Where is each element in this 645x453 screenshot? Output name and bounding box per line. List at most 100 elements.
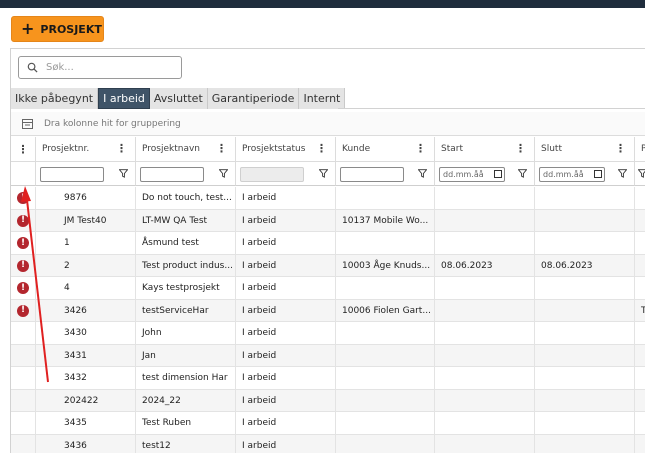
column-menu-icon[interactable]: ⋮	[415, 143, 426, 154]
column-menu-icon[interactable]: ⋮	[116, 143, 127, 154]
tabs-divider	[338, 108, 645, 109]
row-status-cell	[11, 389, 36, 412]
cell-start	[435, 412, 535, 435]
cell-start	[435, 232, 535, 255]
column-menu-icon[interactable]: ⋮	[515, 143, 526, 154]
cell-extra: T	[641, 305, 645, 316]
cell-customer	[336, 277, 435, 300]
column-header-start[interactable]: Start ⋮	[435, 137, 535, 162]
column-header-prosjektnr[interactable]: Prosjektnr. ⋮	[36, 137, 136, 162]
column-header-slutt[interactable]: Slutt ⋮	[535, 137, 635, 162]
cell-status: I arbeid	[236, 412, 336, 435]
cell-status: I arbeid	[236, 232, 336, 255]
column-header-prosjektstatus[interactable]: Prosjektstatus ⋮	[236, 137, 336, 162]
cell-status: I arbeid	[236, 322, 336, 345]
cell-end	[535, 277, 635, 300]
filter-icon[interactable]	[418, 169, 427, 178]
group-panel-icon	[22, 118, 33, 129]
row-status-cell: !	[11, 209, 36, 232]
column-menu-icon[interactable]: ⋮	[316, 143, 327, 154]
cell-end	[535, 232, 635, 255]
filter-date-start[interactable]: dd.mm.åå	[439, 167, 505, 182]
cell-name: test dimension Har	[136, 367, 236, 390]
search-input[interactable]: Søk...	[18, 56, 182, 79]
filter-icon[interactable]	[319, 169, 328, 178]
cell-nr: 202422	[36, 389, 136, 412]
row-status-cell	[11, 367, 36, 390]
new-project-button[interactable]: + PROSJEKT	[11, 16, 104, 42]
column-header-prosjektnavn[interactable]: Prosjektnavn ⋮	[136, 137, 236, 162]
table-row[interactable]: 202422 2024_22 I arbeid	[11, 389, 645, 412]
cell-customer	[336, 389, 435, 412]
tab-internt[interactable]: Internt	[299, 88, 346, 109]
grouping-drop-zone[interactable]: Dra kolonne hit for gruppering	[11, 112, 645, 136]
table-row[interactable]: 3431 Jan I arbeid	[11, 344, 645, 367]
cell-nr: 3431	[36, 344, 136, 367]
cell-name: John	[136, 322, 236, 345]
filter-cell-prosjektnr	[36, 162, 136, 186]
tab-i-arbeid[interactable]: I arbeid	[98, 88, 150, 109]
tab-avsluttet[interactable]: Avsluttet	[149, 88, 208, 109]
cell-name: Jan	[136, 344, 236, 367]
error-icon: !	[17, 282, 29, 295]
table-row[interactable]: 3430 John I arbeid	[11, 322, 645, 345]
cell-customer	[336, 367, 435, 390]
cell-start	[435, 187, 535, 210]
cell-status: I arbeid	[236, 344, 336, 367]
filter-date-slutt[interactable]: dd.mm.åå	[539, 167, 605, 182]
filter-icon[interactable]	[119, 169, 128, 178]
cell-extra	[635, 187, 645, 210]
calendar-icon[interactable]	[594, 170, 602, 178]
filter-input-kunde[interactable]	[340, 167, 404, 182]
cell-nr: 1	[36, 232, 136, 255]
cell-nr: 3436	[36, 434, 136, 453]
cell-status: I arbeid	[236, 254, 336, 277]
cell-extra	[635, 367, 645, 390]
cell-start	[435, 209, 535, 232]
filter-input-prosjektnr[interactable]	[40, 167, 104, 182]
filter-icon[interactable]	[638, 169, 645, 178]
column-header-p[interactable]: P	[635, 137, 645, 162]
table-row[interactable]: 3432 test dimension Har I arbeid	[11, 367, 645, 390]
cell-name: 2024_22	[136, 389, 236, 412]
row-status-cell	[11, 344, 36, 367]
cell-end	[535, 412, 635, 435]
cell-nr: 4	[36, 277, 136, 300]
cell-end	[535, 187, 635, 210]
cell-nr: 3432	[36, 367, 136, 390]
column-menu-icon[interactable]: ⋮	[216, 143, 227, 154]
cell-start	[435, 344, 535, 367]
plus-icon: +	[21, 19, 35, 38]
error-icon: !	[17, 214, 29, 227]
cell-extra	[635, 255, 645, 278]
table-row[interactable]: ! 3426 testServiceHar I arbeid 10006 Fiolen …	[11, 299, 645, 322]
column-label: Kunde	[342, 144, 371, 154]
table-row[interactable]: ! JM Test40 LT-MW QA Test I arbeid 10137 Mob…	[11, 209, 645, 233]
cell-customer	[336, 187, 435, 210]
table-row[interactable]: ! 4 Kays testprosjekt I arbeid	[11, 277, 645, 300]
status-tabs: Ikke påbegynt I arbeid Avsluttet Garanti…	[11, 88, 346, 109]
column-header-kunde[interactable]: Kunde ⋮	[336, 137, 435, 162]
row-status-cell	[11, 322, 36, 345]
table-row[interactable]: ! 2 Test product indus... I arbeid 10003 Åge…	[11, 254, 645, 278]
table-row[interactable]: ! 1 Åsmund test I arbeid	[11, 232, 645, 255]
column-menu-icon[interactable]: ⋮	[615, 143, 626, 154]
cell-extra	[635, 210, 645, 233]
filter-icon[interactable]	[518, 169, 527, 178]
cell-customer	[336, 412, 435, 435]
filter-icon[interactable]	[618, 169, 627, 178]
cell-customer: 10006 Fiolen Gart...	[336, 299, 435, 322]
calendar-icon[interactable]	[494, 170, 502, 178]
table-row[interactable]: 3436 test12 I arbeid	[11, 434, 645, 453]
table-row[interactable]: 3435 Test Ruben I arbeid	[11, 412, 645, 435]
cell-nr: 9876	[36, 187, 136, 210]
cell-status: I arbeid	[236, 277, 336, 300]
cell-name: Kays testprosjekt	[136, 277, 236, 300]
tab-garantiperiode[interactable]: Garantiperiode	[207, 88, 300, 109]
tab-ikke-pabegynt[interactable]: Ikke påbegynt	[11, 88, 99, 109]
row-status-cell	[11, 434, 36, 453]
table-row[interactable]: ! 9876 Do not touch, test... I arbeid	[11, 187, 645, 210]
filter-icon[interactable]	[219, 169, 228, 178]
filter-input-prosjektnavn[interactable]	[140, 167, 204, 182]
column-chooser-header[interactable]: ⋮	[11, 137, 36, 162]
